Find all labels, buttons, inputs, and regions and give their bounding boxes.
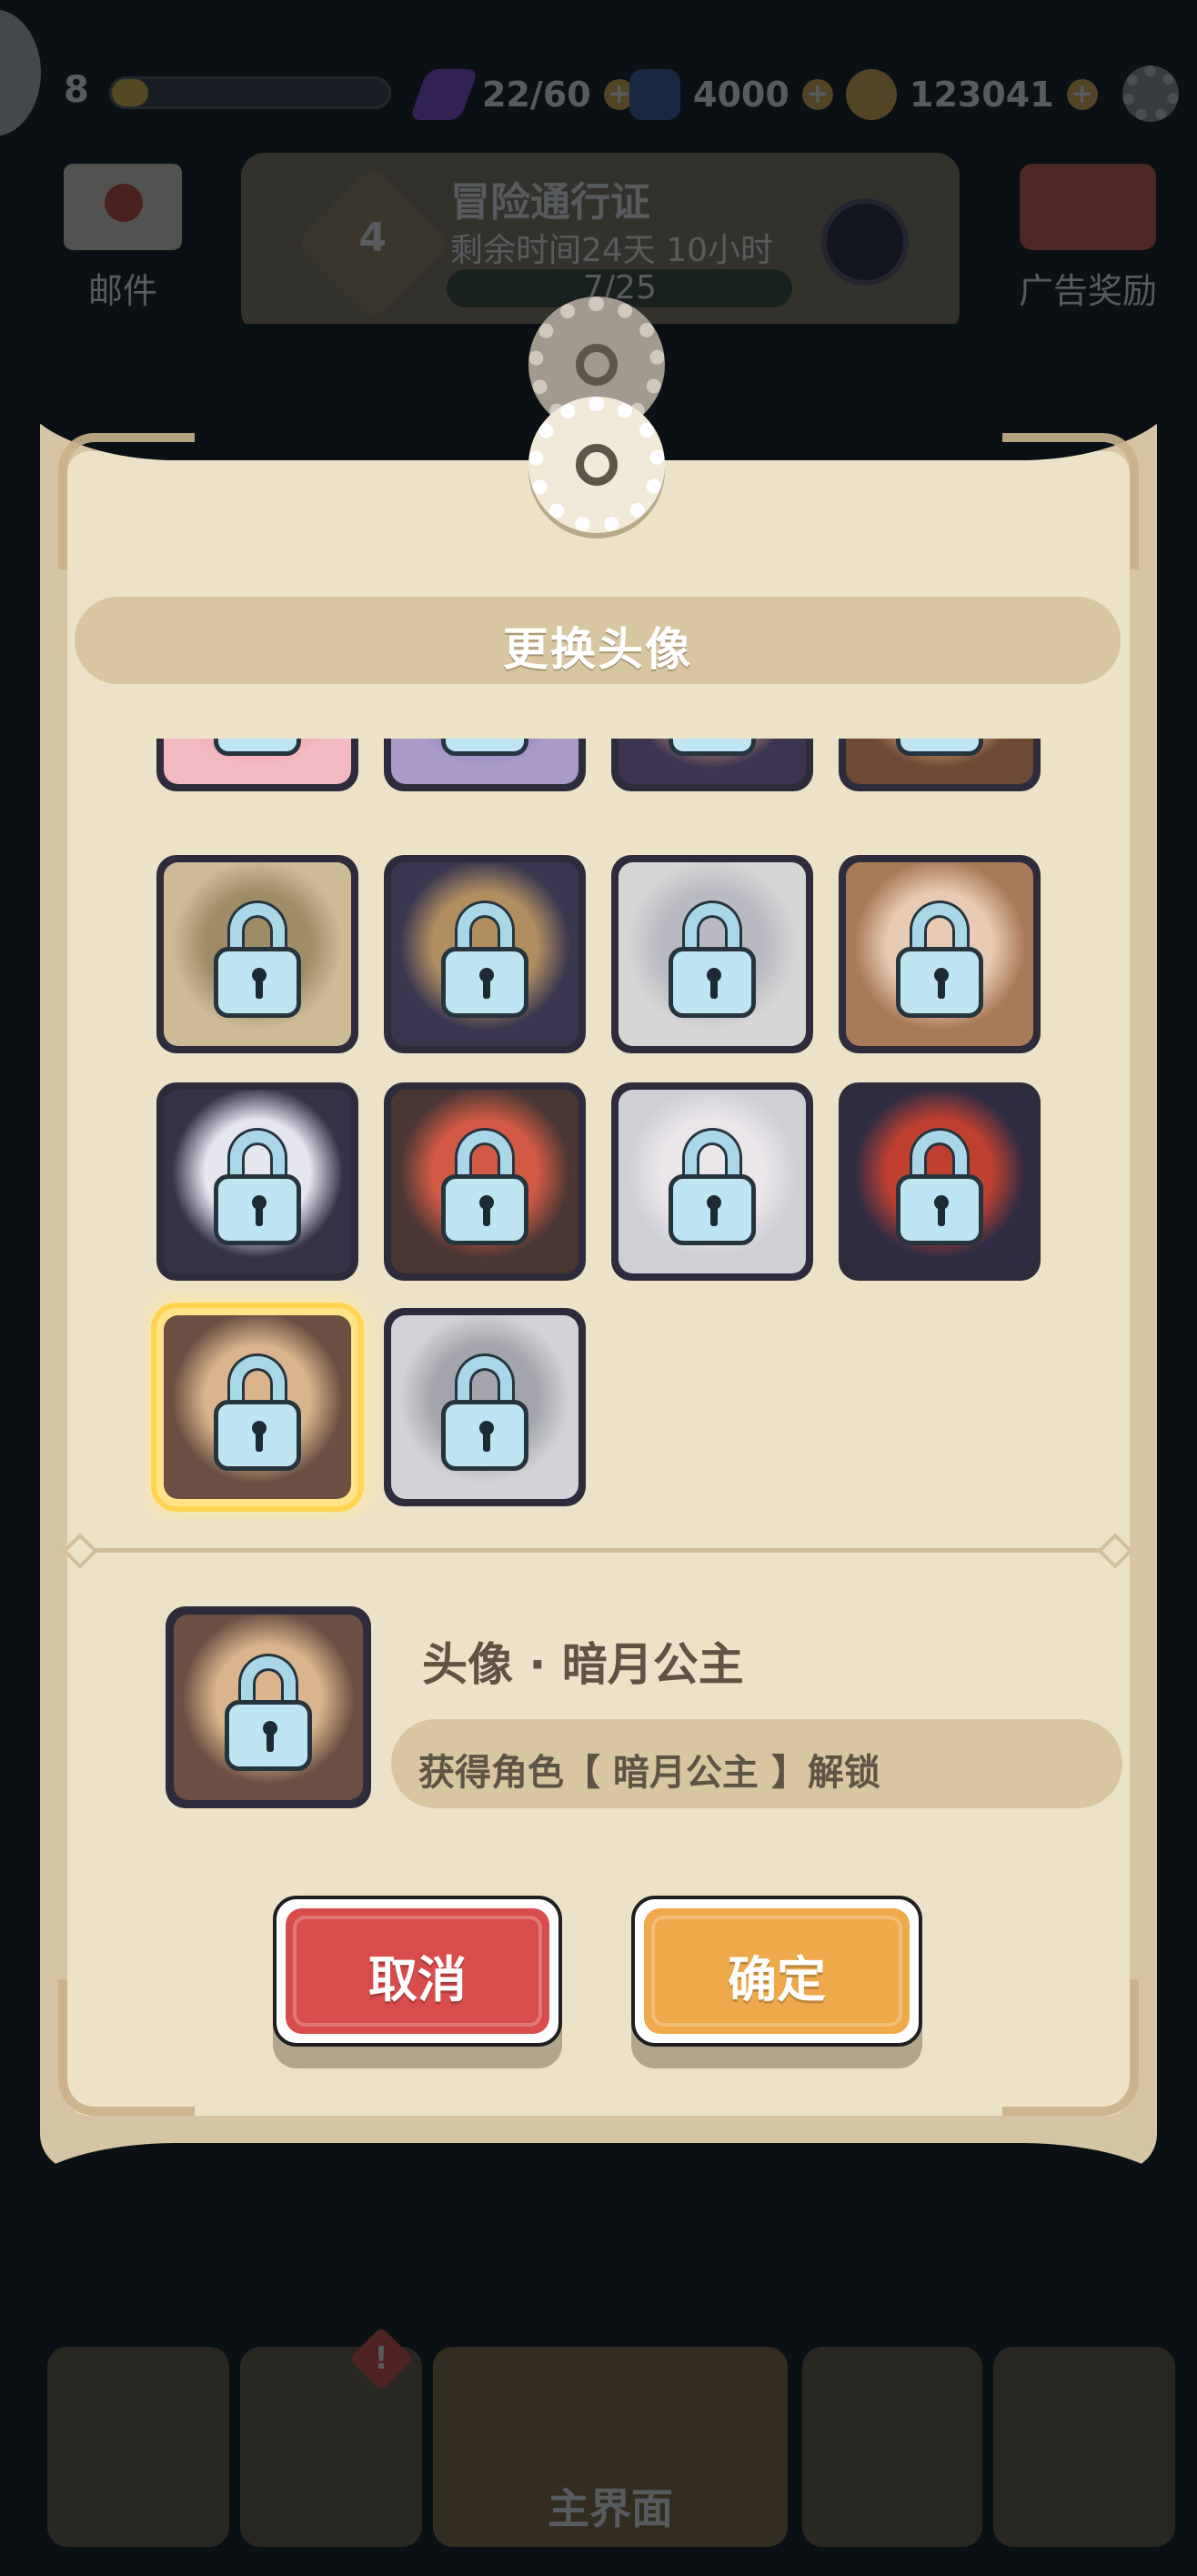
lock-icon [896,1131,983,1245]
video-ad-icon [1020,164,1156,250]
nav-chest [47,2347,229,2547]
xp-bar [109,76,391,109]
avatar-tile[interactable] [384,855,586,1053]
alert-badge-icon: ! [348,2326,414,2391]
mail-icon [64,164,182,250]
ad-reward-button: 广告奖励 [997,164,1179,318]
lock-icon [214,739,301,756]
gem-icon [629,69,680,120]
lock-icon [225,1656,312,1771]
avatar-portrait [164,1315,351,1499]
corner-ornament [58,1979,195,2116]
avatar-portrait [174,1615,363,1800]
plus-icon: + [1066,79,1098,110]
gold-icon [846,69,897,120]
avatar-portrait [391,739,578,784]
confirm-button[interactable]: 确定 [631,1896,922,2047]
avatar-portrait [619,1090,806,1273]
corner-ornament [1002,1979,1139,2116]
player-avatar [0,9,41,136]
settings-gear-icon [1122,65,1179,122]
unlock-condition: 获得角色【 暗月公主 】解锁 [391,1719,1122,1808]
nav-equipment: ! [240,2326,422,2547]
energy-counter: 22/60 + [408,58,635,131]
lock-icon [214,1131,301,1245]
pass-timer: 剩余时间24天 10小时 [450,232,774,269]
settings-gear-icon [528,397,665,533]
cancel-button[interactable]: 取消 [273,1896,562,2047]
pass-reward-icon [821,198,909,286]
avatar-tile[interactable] [156,855,358,1053]
avatar-portrait [391,862,578,1046]
avatar-grid[interactable] [146,739,1055,1519]
avatar-tile[interactable] [839,1082,1041,1281]
avatar-portrait [619,739,806,784]
pass-title: 冒险通行证 [450,179,650,226]
corner-ornament [1002,433,1139,569]
section-divider [73,1548,1122,1555]
nav-main: 主界面 [433,2347,788,2547]
avatar-tile[interactable] [384,1082,586,1281]
avatar-name: 头像 · 暗月公主 [422,1638,744,1691]
avatar-portrait [846,862,1033,1046]
lock-icon [441,739,528,756]
lock-icon [441,903,528,1018]
avatar-tile[interactable] [156,1082,358,1281]
nav-museum [993,2347,1175,2547]
mail-button: 邮件 [55,164,191,318]
corner-ornament [58,433,195,569]
nav-map [802,2347,982,2547]
avatar-portrait [391,1090,578,1273]
avatar-tile[interactable] [611,739,813,791]
bottom-nav: ! 主界面 [0,2326,1197,2565]
lock-icon [896,903,983,1018]
avatar-portrait [846,739,1033,784]
lock-icon [669,903,756,1018]
lock-icon [896,739,983,756]
selected-avatar-preview [166,1606,371,1808]
dialog-title: 更换头像 [503,623,692,676]
lock-icon [214,903,301,1018]
dialog-header: 更换头像 [75,597,1121,684]
avatar-tile[interactable] [156,739,358,791]
avatar-portrait [164,862,351,1046]
avatar-tile[interactable] [839,855,1041,1053]
avatar-portrait [391,1315,578,1499]
avatar-tile[interactable] [839,739,1041,791]
avatar-tile[interactable] [384,739,586,791]
lock-icon [669,739,756,756]
gold-counter: 123041 + [846,58,1098,131]
avatar-portrait [164,1090,351,1273]
lock-icon [214,1356,301,1471]
avatar-tile[interactable] [611,855,813,1053]
plus-icon: + [801,79,833,110]
lock-icon [441,1356,528,1471]
avatar-portrait [846,1090,1033,1273]
lock-icon [669,1131,756,1245]
energy-icon [408,69,479,120]
avatar-portrait [164,739,351,784]
gem-counter: 4000 + [629,58,833,131]
avatar-tile[interactable] [611,1082,813,1281]
player-level: 8 [64,69,89,111]
lock-icon [441,1131,528,1245]
avatar-tile[interactable] [384,1308,586,1506]
avatar-portrait [619,862,806,1046]
avatar-tile[interactable] [156,1308,358,1506]
